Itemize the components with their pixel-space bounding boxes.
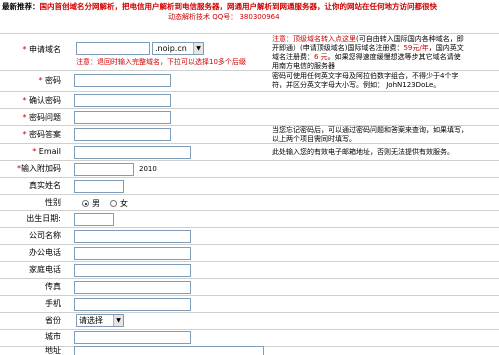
password-note: 密码可使用任何英文字母及阿拉伯数字组合，不得少于4个字 符，并区分英文字母大小写… bbox=[272, 72, 459, 89]
code-label: *输入附加码 bbox=[17, 164, 61, 173]
address-input[interactable] bbox=[74, 346, 264, 355]
company-input[interactable] bbox=[74, 230, 191, 243]
row-line bbox=[0, 312, 499, 313]
chevron-down-icon: ▼ bbox=[193, 43, 203, 54]
realname-input[interactable] bbox=[74, 180, 124, 193]
row-line bbox=[0, 295, 499, 296]
row-line bbox=[0, 278, 499, 279]
email-label: * Email bbox=[32, 147, 61, 156]
row-line bbox=[0, 244, 499, 245]
domain-input[interactable] bbox=[76, 42, 150, 55]
company-label: 公司名称 bbox=[29, 231, 61, 240]
chevron-down-icon: ▼ bbox=[113, 315, 123, 326]
domain-label: * 申请域名 bbox=[22, 45, 61, 54]
gender-male-radio[interactable] bbox=[82, 200, 89, 207]
top-banner: 最新推荐：国内首创域名分网解析，把电信用户解析到电信服务器，网通用户解析到网通服… bbox=[2, 2, 437, 11]
row-line bbox=[0, 160, 499, 161]
row-line bbox=[0, 33, 499, 34]
gender-female-label: 女 bbox=[120, 199, 128, 208]
code-value: 2010 bbox=[139, 165, 157, 173]
password-answer-label: * 密码答案 bbox=[22, 130, 61, 139]
fax-input[interactable] bbox=[74, 281, 191, 294]
email-note: 此处输入您的有效电子邮箱地址，否则无法提供有效服务。 bbox=[272, 148, 454, 156]
birthday-input[interactable] bbox=[74, 213, 114, 226]
office-phone-input[interactable] bbox=[74, 247, 191, 260]
fax-label: 传真 bbox=[45, 282, 61, 291]
answer-note: 当您忘记密码后，可以通过密码问题和答案来查询，如果填写， 以上两个项目需同时填写… bbox=[272, 126, 468, 143]
code-input[interactable] bbox=[74, 163, 134, 176]
mobile-input[interactable] bbox=[74, 298, 191, 311]
birthday-label: 出生日期: bbox=[26, 214, 61, 223]
row-line bbox=[0, 210, 499, 211]
row-line bbox=[0, 329, 499, 330]
province-label: 省份 bbox=[45, 316, 61, 325]
address-label: 地址 bbox=[45, 346, 61, 355]
password-answer-input[interactable] bbox=[74, 128, 171, 141]
password-label: * 密码 bbox=[38, 76, 61, 85]
realname-label: 真实姓名 bbox=[29, 181, 61, 190]
password-question-label: * 密码问题 bbox=[22, 113, 61, 122]
password-question-input[interactable] bbox=[74, 111, 171, 124]
confirm-password-label: * 确认密码 bbox=[22, 96, 61, 105]
city-label: 城市 bbox=[45, 332, 61, 341]
home-phone-input[interactable] bbox=[74, 264, 191, 277]
row-line bbox=[0, 261, 499, 262]
row-line bbox=[0, 177, 499, 178]
office-phone-label: 办公电话 bbox=[29, 248, 61, 257]
banner-prefix: 最新推荐： bbox=[2, 2, 40, 11]
home-phone-label: 家庭电话 bbox=[29, 265, 61, 274]
domain-suffix-select[interactable]: .noip.cn ▼ bbox=[152, 42, 204, 55]
gender-male-label: 男 bbox=[92, 199, 100, 208]
row-line bbox=[0, 108, 499, 109]
gender-female-radio[interactable] bbox=[110, 200, 117, 207]
gender-label: 性别 bbox=[45, 198, 61, 207]
email-input[interactable] bbox=[74, 146, 191, 159]
row-line bbox=[0, 227, 499, 228]
mobile-label: 手机 bbox=[45, 299, 61, 308]
row-line bbox=[0, 194, 499, 195]
domain-note: 注意：顶级域名转入点这里(可自由转入国际国内各种域名，即 开即通）(申请顶级域名… bbox=[272, 35, 464, 70]
banner-sub: 动态解析技术 QQ号： 380300964 bbox=[168, 13, 280, 21]
province-select[interactable]: 请选择 ▼ bbox=[76, 314, 124, 327]
domain-warning: 注意：退回时输入完整域名，下拉可以选择10多个后缀 bbox=[76, 58, 246, 66]
row-line bbox=[0, 91, 499, 92]
banner-text: 国内首创域名分网解析，把电信用户解析到电信服务器，网通用户解析到网通服务器，让你… bbox=[39, 2, 438, 11]
confirm-password-input[interactable] bbox=[74, 94, 171, 107]
city-input[interactable] bbox=[74, 331, 191, 344]
password-input[interactable] bbox=[74, 74, 171, 87]
